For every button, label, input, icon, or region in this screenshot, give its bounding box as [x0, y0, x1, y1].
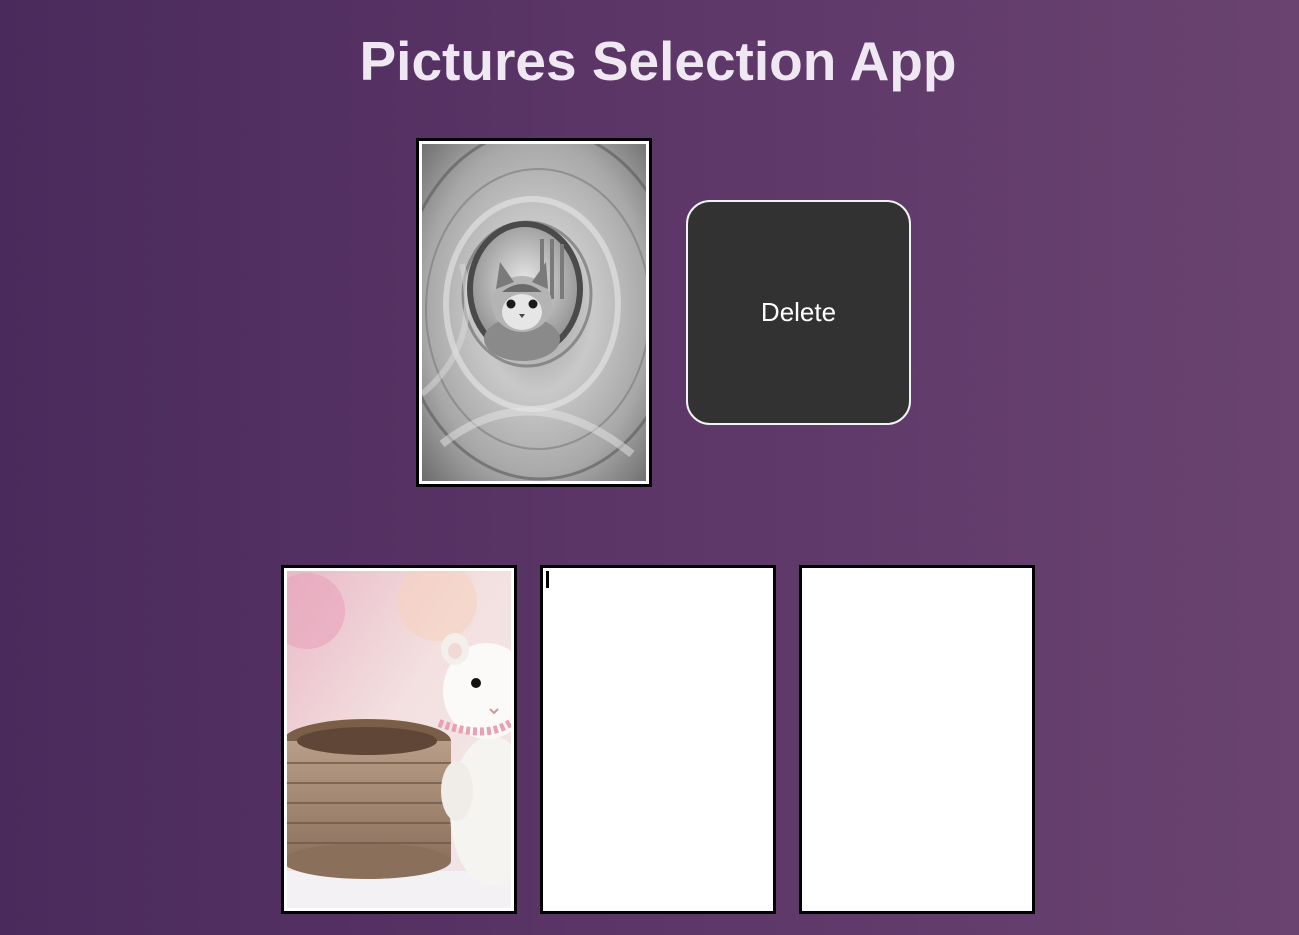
gallery-thumbnail-2[interactable]: [540, 565, 776, 914]
gallery-thumbnail-empty: [805, 571, 1029, 908]
selected-picture-image: [422, 144, 646, 481]
kitten-toy-basket-photo: [287, 571, 511, 908]
delete-button[interactable]: Delete: [686, 200, 911, 425]
gallery-thumbnail-1[interactable]: [281, 565, 517, 914]
gallery-thumbnail-image: [287, 571, 511, 908]
broken-image-marker: [546, 571, 549, 588]
page-title: Pictures Selection App: [359, 30, 957, 92]
gallery-thumbnail-3[interactable]: [799, 565, 1035, 914]
gallery-thumbnail-empty: [546, 571, 770, 908]
selected-picture-frame: [416, 138, 652, 487]
kitten-tunnel-photo: [422, 144, 646, 481]
